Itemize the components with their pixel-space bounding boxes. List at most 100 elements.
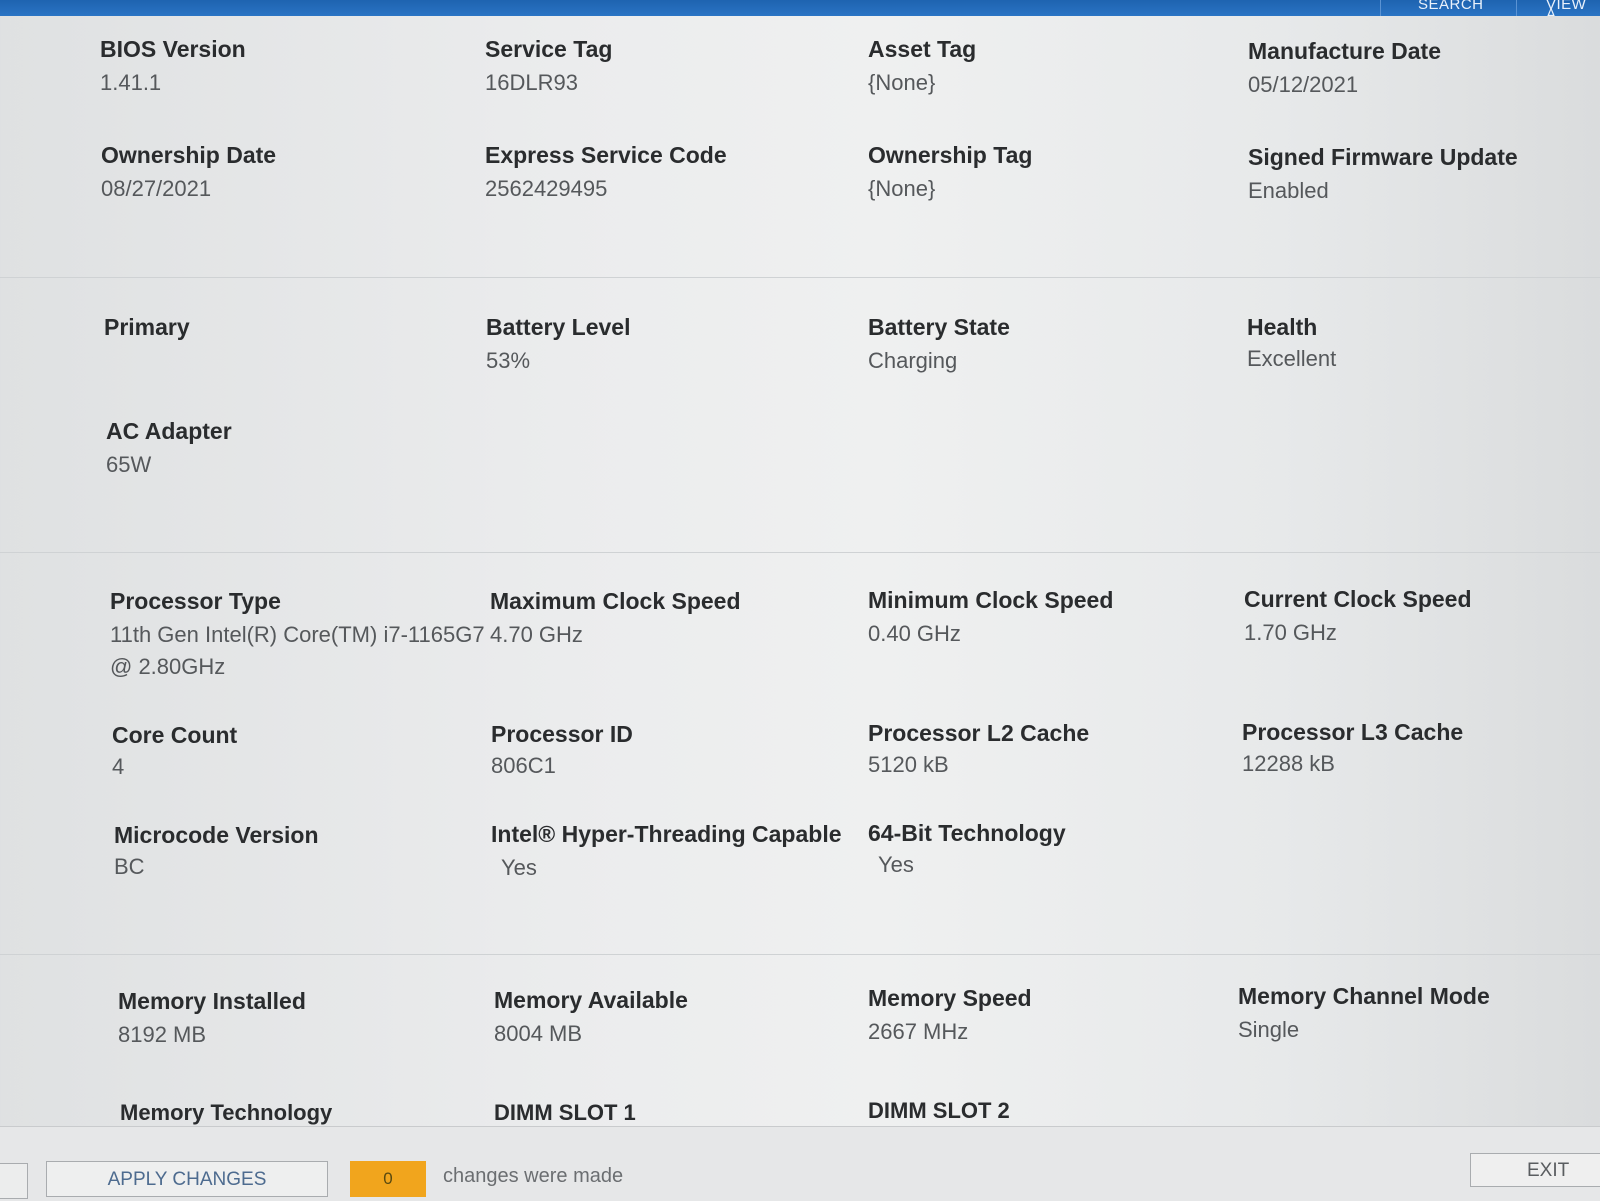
service-tag-value: 16DLR93 xyxy=(485,70,578,95)
section-divider xyxy=(0,552,1600,553)
changes-status-text: changes were made xyxy=(443,1165,624,1187)
battery-state-label: Battery State xyxy=(868,314,1010,340)
express-service-code-value: 2562429495 xyxy=(485,176,608,201)
search-tab[interactable]: SEARCH xyxy=(1418,0,1484,16)
view-all-tab[interactable]: VIEW A xyxy=(1546,0,1600,16)
service-tag-label: Service Tag xyxy=(485,36,613,62)
memory-technology-label: Memory Technology xyxy=(120,1100,333,1125)
primary-battery-label: Primary xyxy=(104,314,190,340)
asset-tag-field: Asset Tag {None} xyxy=(868,36,976,99)
hyperthreading-field: Intel® Hyper-Threading Capable Yes xyxy=(491,821,842,884)
microcode-version-label: Microcode Version xyxy=(114,822,319,848)
ownership-date-value: 08/27/2021 xyxy=(101,176,212,201)
signed-firmware-update-field: Signed Firmware Update Enabled xyxy=(1248,144,1518,207)
memory-speed-value: 2667 MHz xyxy=(868,1019,969,1044)
ownership-tag-field: Ownership Tag {None} xyxy=(868,142,1032,205)
battery-level-value: 53% xyxy=(486,348,531,373)
battery-health-value: Excellent xyxy=(1247,346,1337,371)
max-clock-field: Maximum Clock Speed 4.70 GHz xyxy=(490,588,741,651)
memory-installed-field: Memory Installed 8192 MB xyxy=(118,988,306,1051)
top-bar-separator xyxy=(1516,0,1517,16)
dimm-slot-1-field: DIMM SLOT 1 xyxy=(494,1100,636,1126)
memory-channel-mode-value: Single xyxy=(1238,1017,1300,1042)
dimm-slot-2-field: DIMM SLOT 2 xyxy=(868,1098,1010,1124)
service-tag-field: Service Tag 16DLR93 xyxy=(485,36,612,99)
apply-changes-button[interactable]: APPLY CHANGES xyxy=(46,1161,328,1197)
memory-installed-value: 8192 MB xyxy=(118,1022,207,1047)
footer-bar: APPLY CHANGES 0 changes were made EXIT xyxy=(0,1126,1600,1201)
current-clock-field: Current Clock Speed 1.70 GHz xyxy=(1244,586,1472,649)
processor-id-value: 806C1 xyxy=(491,753,556,778)
memory-installed-label: Memory Installed xyxy=(118,988,306,1014)
signed-firmware-update-value: Enabled xyxy=(1248,178,1329,203)
battery-level-label: Battery Level xyxy=(486,314,631,340)
express-service-code-label: Express Service Code xyxy=(485,142,727,168)
l3-cache-field: Processor L3 Cache 12288 kB xyxy=(1242,719,1463,780)
asset-tag-value: {None} xyxy=(868,70,936,95)
battery-health-label: Health xyxy=(1247,314,1318,340)
changes-count-badge: 0 xyxy=(350,1161,426,1197)
section-divider xyxy=(0,954,1600,955)
back-button[interactable] xyxy=(0,1163,28,1199)
min-clock-label: Minimum Clock Speed xyxy=(868,587,1114,613)
memory-speed-field: Memory Speed 2667 MHz xyxy=(868,985,1032,1048)
battery-level-field: Battery Level 53% xyxy=(486,314,630,377)
l2-cache-label: Processor L2 Cache xyxy=(868,720,1090,746)
ownership-tag-value: {None} xyxy=(868,176,936,201)
bios-version-label: BIOS Version xyxy=(100,36,246,62)
primary-battery-field: Primary xyxy=(104,314,190,341)
express-service-code-field: Express Service Code 2562429495 xyxy=(485,142,727,205)
dimm-slot-2-label: DIMM SLOT 2 xyxy=(868,1098,1010,1123)
processor-type-field: Processor Type 11th Gen Intel(R) Core(TM… xyxy=(110,588,485,683)
hyperthreading-value: Yes xyxy=(501,855,537,880)
processor-type-value: 11th Gen Intel(R) Core(TM) i7-1165G7 xyxy=(110,622,485,647)
current-clock-label: Current Clock Speed xyxy=(1244,586,1472,612)
battery-state-field: Battery State Charging xyxy=(868,314,1010,377)
microcode-version-value: BC xyxy=(114,854,145,879)
memory-speed-label: Memory Speed xyxy=(868,985,1032,1011)
64bit-technology-field: 64-Bit Technology Yes xyxy=(868,820,1066,881)
manufacture-date-value: 05/12/2021 xyxy=(1248,72,1359,97)
memory-available-label: Memory Available xyxy=(494,987,688,1013)
l3-cache-value: 12288 kB xyxy=(1242,751,1335,776)
manufacture-date-label: Manufacture Date xyxy=(1248,38,1441,64)
processor-type-label: Processor Type xyxy=(110,588,281,614)
ownership-date-field: Ownership Date 08/27/2021 xyxy=(101,142,276,205)
battery-health-field: Health Excellent xyxy=(1247,314,1336,375)
top-bar-separator xyxy=(1380,0,1381,16)
microcode-version-field: Microcode Version BC xyxy=(114,822,319,883)
bios-version-value: 1.41.1 xyxy=(100,70,162,95)
processor-id-label: Processor ID xyxy=(491,721,633,747)
l2-cache-value: 5120 kB xyxy=(868,752,949,777)
ownership-tag-label: Ownership Tag xyxy=(868,142,1033,168)
max-clock-label: Maximum Clock Speed xyxy=(490,588,741,614)
l2-cache-field: Processor L2 Cache 5120 kB xyxy=(868,720,1089,781)
core-count-field: Core Count 4 xyxy=(112,722,237,783)
battery-state-value: Charging xyxy=(868,348,958,373)
top-bar: SEARCH VIEW A xyxy=(0,0,1600,16)
signed-firmware-update-label: Signed Firmware Update xyxy=(1248,144,1518,170)
processor-id-field: Processor ID 806C1 xyxy=(491,721,633,782)
current-clock-value: 1.70 GHz xyxy=(1244,620,1337,645)
manufacture-date-field: Manufacture Date 05/12/2021 xyxy=(1248,38,1441,101)
memory-technology-field: Memory Technology xyxy=(120,1100,332,1126)
exit-button[interactable]: EXIT xyxy=(1470,1153,1600,1187)
dimm-slot-1-label: DIMM SLOT 1 xyxy=(494,1100,636,1125)
memory-available-field: Memory Available 8004 MB xyxy=(494,987,688,1050)
l3-cache-label: Processor L3 Cache xyxy=(1242,719,1464,745)
section-divider xyxy=(0,277,1600,278)
memory-channel-mode-label: Memory Channel Mode xyxy=(1238,983,1490,1009)
hyperthreading-label: Intel® Hyper-Threading Capable xyxy=(491,821,842,847)
memory-channel-mode-field: Memory Channel Mode Single xyxy=(1238,983,1490,1046)
core-count-value: 4 xyxy=(112,754,125,779)
ac-adapter-label: AC Adapter xyxy=(106,418,232,444)
ownership-date-label: Ownership Date xyxy=(101,142,277,168)
64bit-technology-value: Yes xyxy=(878,852,914,877)
ac-adapter-value: 65W xyxy=(106,452,152,477)
processor-type-value-cont: @ 2.80GHz xyxy=(110,654,226,679)
core-count-label: Core Count xyxy=(112,722,238,748)
min-clock-field: Minimum Clock Speed 0.40 GHz xyxy=(868,587,1113,650)
max-clock-value: 4.70 GHz xyxy=(490,622,583,647)
asset-tag-label: Asset Tag xyxy=(868,36,977,62)
ac-adapter-field: AC Adapter 65W xyxy=(106,418,232,481)
